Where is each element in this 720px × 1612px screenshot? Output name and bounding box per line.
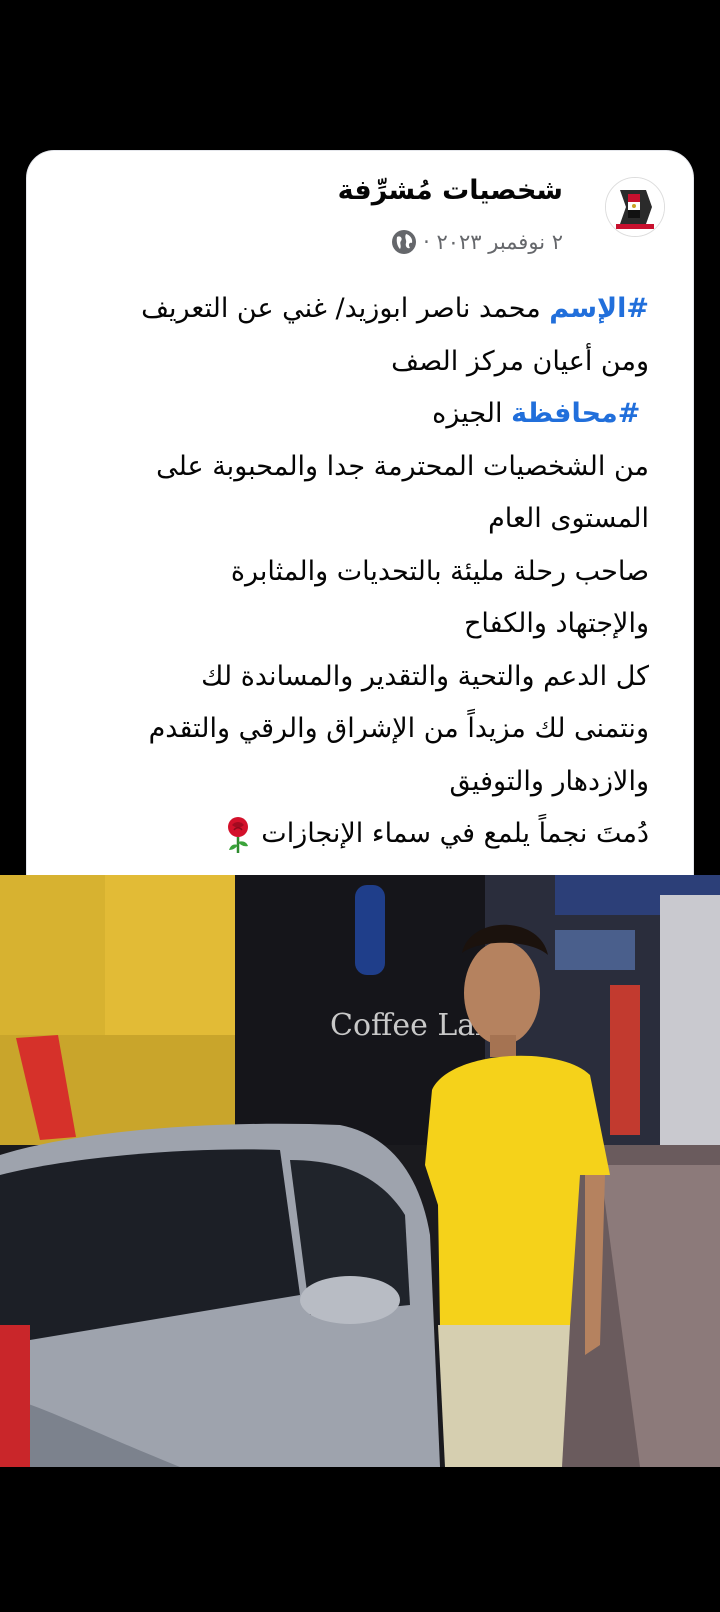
rose-emoji-icon bbox=[227, 816, 248, 853]
post-line-11: دُمتَ نجماً يلمع في سماء الإنجازات bbox=[59, 808, 649, 861]
post-photo[interactable]: Coffee Lab bbox=[0, 875, 720, 1467]
navigation-bar-area bbox=[0, 1467, 720, 1612]
post-line-3: #محافظة الجيزه bbox=[432, 398, 641, 429]
hashtag-governorate[interactable]: #محافظة bbox=[511, 398, 640, 429]
globe-icon bbox=[392, 230, 417, 254]
page-avatar[interactable] bbox=[605, 177, 665, 237]
post-line-2: ومن أعيان مركز الصف bbox=[391, 345, 649, 377]
post-line-1: #الإسم محمد ناصر ابوزيد/ غني عن التعريف bbox=[141, 293, 649, 324]
post-line-6: صاحب رحلة مليئة بالتحديات والمثابرة bbox=[230, 555, 649, 587]
page-name[interactable]: شخصيات مُشرِّفة bbox=[338, 175, 563, 206]
status-bar-area bbox=[0, 0, 720, 148]
hashtag-name[interactable]: #الإسم bbox=[549, 293, 649, 324]
post-text: #الإسم محمد ناصر ابوزيد/ غني عن التعريف … bbox=[59, 283, 649, 861]
post-card: شخصيات مُشرِّفة ٢ نوفمبر ٢٠٢٣ · #الإسم م… bbox=[26, 150, 694, 875]
post-date[interactable]: ٢ نوفمبر ٢٠٢٣ · bbox=[423, 230, 563, 254]
post-line-7: والإجتهاد والكفاح bbox=[463, 608, 649, 639]
post-line-8: كل الدعم والتحية والتقدير والمساندة لك bbox=[201, 660, 649, 692]
post-line-4: من الشخصيات المحترمة جدا والمحبوبة على bbox=[156, 450, 649, 482]
post-line-10: والازدهار والتوفيق bbox=[449, 765, 649, 797]
post-meta: ٢ نوفمبر ٢٠٢٣ · bbox=[391, 229, 563, 255]
post-line-9: ونتمنى لك مزيداً من الإشراق والرقي والتق… bbox=[148, 713, 649, 744]
post-line-5: المستوى العام bbox=[488, 503, 649, 534]
